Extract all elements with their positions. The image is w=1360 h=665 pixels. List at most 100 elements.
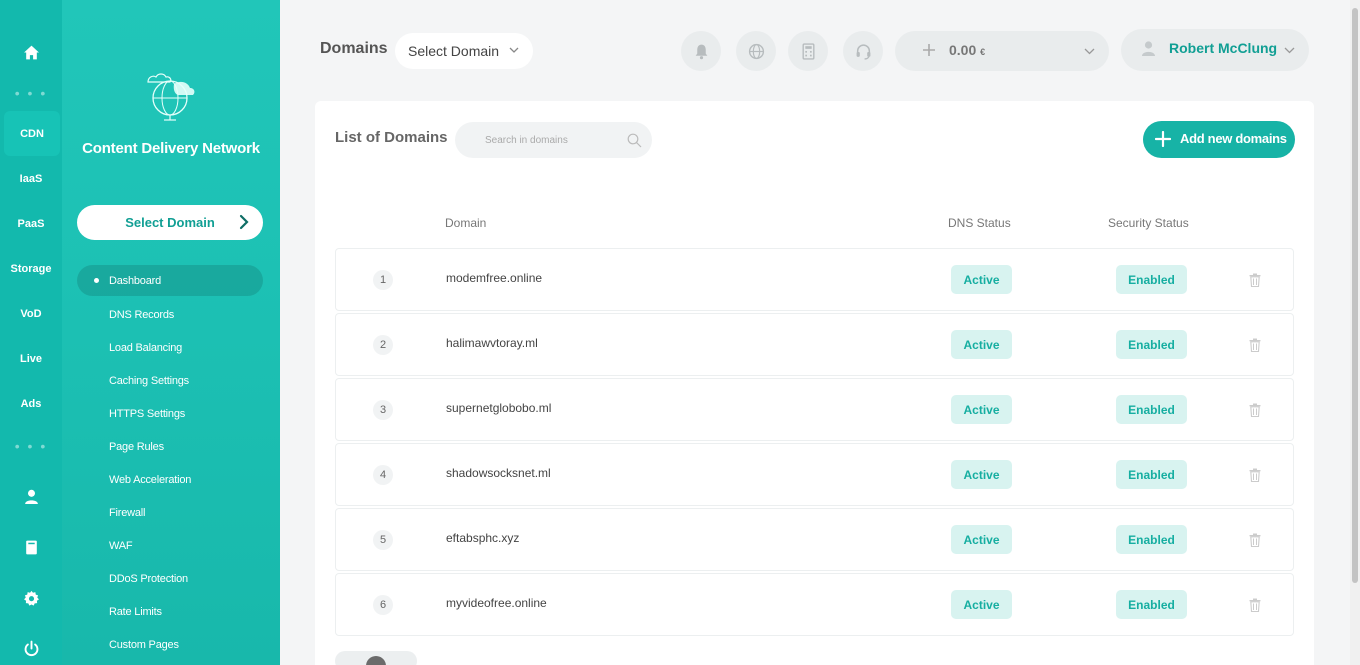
sidebar-item-page-rules[interactable]: Page Rules xyxy=(77,430,263,463)
sidebar-item-dns-records[interactable]: DNS Records xyxy=(77,298,263,331)
trash-icon[interactable] xyxy=(1249,598,1261,612)
column-header-domain: Domain xyxy=(445,216,487,230)
sidebar-item-caching-settings[interactable]: Caching Settings xyxy=(77,364,263,397)
sidebar-item-firewall[interactable]: Firewall xyxy=(77,496,263,529)
sidebar-item-ddos-protection[interactable]: DDoS Protection xyxy=(77,562,263,595)
search-box xyxy=(455,122,652,158)
row-domain[interactable]: modemfree.online xyxy=(446,271,542,285)
sidebar-item-label: Caching Settings xyxy=(109,374,189,387)
domains-card: List of Domains Add new domains Domain D… xyxy=(315,101,1314,665)
sidebar-item-load-balancing[interactable]: Load Balancing xyxy=(77,331,263,364)
balance-value: 0.00 xyxy=(949,42,977,58)
rail-account[interactable] xyxy=(0,478,62,514)
rail-item-vod[interactable]: VoD xyxy=(0,291,62,336)
rail-item-iaas[interactable]: IaaS xyxy=(0,156,62,201)
rail-logout[interactable] xyxy=(0,630,62,665)
chevron-down-icon xyxy=(1284,47,1295,54)
select-domain-label: Select Domain xyxy=(125,215,215,230)
product-title: Content Delivery Network xyxy=(82,140,260,157)
rail-settings[interactable] xyxy=(0,580,62,616)
balance-amount: 0.00 € xyxy=(949,42,985,58)
table-row[interactable]: 2 halimawvtoray.ml Active Enabled xyxy=(335,313,1294,376)
row-domain[interactable]: shadowsocksnet.ml xyxy=(446,466,551,480)
table-row[interactable]: 6 myvideofree.online Active Enabled xyxy=(335,573,1294,636)
header-domain-select[interactable]: Select Domain xyxy=(395,33,533,69)
user-menu[interactable]: Robert McClung xyxy=(1121,29,1309,71)
globe-icon xyxy=(748,43,764,59)
sidebar-item-label: Web Acceleration xyxy=(109,473,192,486)
add-new-domains-label: Add new domains xyxy=(1180,131,1287,146)
support-button[interactable] xyxy=(843,31,883,71)
sidebar-select-domain-button[interactable]: Select Domain xyxy=(77,205,263,240)
trash-icon[interactable] xyxy=(1249,468,1261,482)
security-status-badge: Enabled xyxy=(1116,590,1187,619)
dns-status-badge: Active xyxy=(951,395,1012,424)
dns-status-badge: Active xyxy=(951,590,1012,619)
headset-icon xyxy=(856,43,870,60)
calculator-button[interactable] xyxy=(788,31,828,71)
rail-item-live[interactable]: Live xyxy=(0,336,62,381)
plus-icon xyxy=(1155,131,1171,147)
header-domain-select-value: Select Domain xyxy=(408,43,500,59)
pagination[interactable] xyxy=(335,651,417,665)
dns-status-badge: Active xyxy=(951,265,1012,294)
user-icon xyxy=(24,489,38,504)
sidebar-item-https-settings[interactable]: HTTPS Settings xyxy=(77,397,263,430)
rail-item-paas[interactable]: PaaS xyxy=(0,201,62,246)
add-new-domains-button[interactable]: Add new domains xyxy=(1143,121,1295,158)
row-domain[interactable]: supernetglobobo.ml xyxy=(446,401,551,415)
trash-icon[interactable] xyxy=(1249,533,1261,547)
rail-item-cdn[interactable]: CDN xyxy=(4,111,60,156)
app-rail: • • • CDN IaaS PaaS Storage VoD Live Ads… xyxy=(0,0,62,665)
chevron-down-icon xyxy=(509,47,519,53)
dns-status-badge: Active xyxy=(951,460,1012,489)
sidebar-item-label: Load Balancing xyxy=(109,341,183,354)
trash-icon[interactable] xyxy=(1249,273,1261,287)
row-domain[interactable]: halimawvtoray.ml xyxy=(446,336,538,350)
row-number: 5 xyxy=(373,530,393,550)
notifications-button[interactable] xyxy=(681,31,721,71)
table-row[interactable]: 4 shadowsocksnet.ml Active Enabled xyxy=(335,443,1294,506)
sidebar-item-label: DDoS Protection xyxy=(109,572,188,585)
row-number: 2 xyxy=(373,335,393,355)
rail-documents[interactable] xyxy=(0,529,62,565)
trash-icon[interactable] xyxy=(1249,403,1261,417)
rail-item-storage[interactable]: Storage xyxy=(0,246,62,291)
sidebar-item-rate-limits[interactable]: Rate Limits xyxy=(77,595,263,628)
sidebar-item-waf[interactable]: WAF xyxy=(77,529,263,562)
sidebar-item-label: HTTPS Settings xyxy=(109,407,186,420)
trash-icon[interactable] xyxy=(1249,338,1261,352)
table-row[interactable]: 3 supernetglobobo.ml Active Enabled xyxy=(335,378,1294,441)
column-header-dns-status: DNS Status xyxy=(948,216,1011,230)
calculator-icon xyxy=(801,42,815,60)
security-status-badge: Enabled xyxy=(1116,525,1187,554)
dns-status-badge: Active xyxy=(951,525,1012,554)
balance-dropdown[interactable]: 0.00 € xyxy=(895,31,1109,71)
table-row[interactable]: 1 modemfree.online Active Enabled xyxy=(335,248,1294,311)
rail-separator: • • • xyxy=(14,438,48,454)
page-title: Domains xyxy=(320,40,388,57)
language-button[interactable] xyxy=(736,31,776,71)
sidebar-item-label: Firewall xyxy=(109,506,146,519)
row-domain[interactable]: eftabsphc.xyz xyxy=(446,531,519,545)
rail-item-ads[interactable]: Ads xyxy=(0,381,62,426)
page-scrollbar[interactable] xyxy=(1350,0,1360,665)
scrollbar-thumb[interactable] xyxy=(1352,8,1358,583)
sidebar-item-web-acceleration[interactable]: Web Acceleration xyxy=(77,463,263,496)
security-status-badge: Enabled xyxy=(1116,395,1187,424)
row-domain[interactable]: myvideofree.online xyxy=(446,596,547,610)
security-status-badge: Enabled xyxy=(1116,265,1187,294)
search-input[interactable] xyxy=(455,122,620,158)
card-title: List of Domains xyxy=(335,129,448,146)
sidebar-item-dashboard[interactable]: Dashboard xyxy=(77,265,263,296)
search-icon[interactable] xyxy=(627,133,642,148)
active-dot xyxy=(94,278,99,283)
rail-home[interactable] xyxy=(0,34,62,70)
sidebar-item-label: Custom Pages xyxy=(109,638,179,651)
sidebar-item-custom-pages[interactable]: Custom Pages xyxy=(77,628,263,661)
balance-currency: € xyxy=(980,47,986,57)
sidebar-item-label: Page Rules xyxy=(109,440,164,453)
table-row[interactable]: 5 eftabsphc.xyz Active Enabled xyxy=(335,508,1294,571)
current-page-indicator[interactable] xyxy=(366,656,386,665)
table-header: Domain DNS Status Security Status xyxy=(335,216,1294,232)
